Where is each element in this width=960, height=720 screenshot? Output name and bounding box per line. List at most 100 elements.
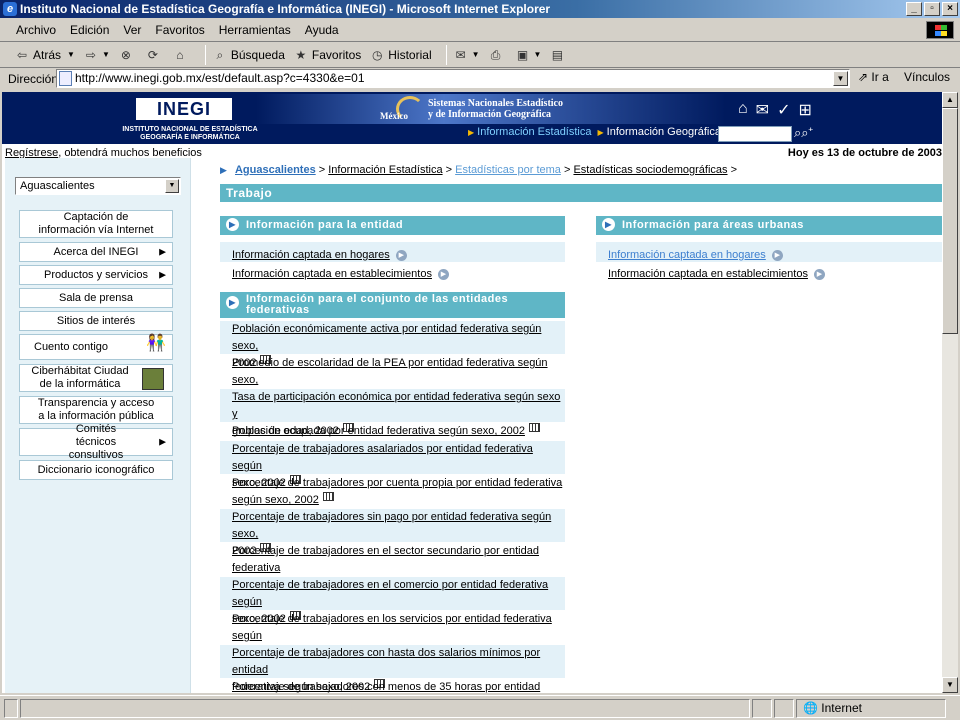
mail-icon[interactable]: ✉ <box>756 100 769 120</box>
sidebar-item-sala-prensa[interactable]: Sala de prensa <box>19 288 173 308</box>
sitemap-icon[interactable]: ⊞ <box>798 100 811 120</box>
go-arrow-icon[interactable]: ▶ <box>813 269 825 280</box>
close-button[interactable]: × <box>942 2 958 16</box>
discuss-icon: ▤ <box>551 47 564 62</box>
federal-indicator-link[interactable]: Promedio de escolaridad de la PEA por en… <box>232 357 548 386</box>
history-button[interactable]: ◷ Historial <box>369 47 432 63</box>
maximize-button[interactable]: ▫ <box>924 2 940 16</box>
tab-informacion-geografica[interactable]: Información Geográfica <box>607 126 721 138</box>
federal-indicator-link[interactable]: Porcentaje de trabajadores con menos de … <box>232 681 540 693</box>
menu-ver[interactable]: Ver <box>123 23 141 37</box>
urban-establecimientos-link[interactable]: Información captada en establecimientos <box>608 268 808 280</box>
list-item: Tasa de participación económica por enti… <box>220 389 565 437</box>
mail-button[interactable]: ✉ ▼ <box>453 47 480 63</box>
refresh-button[interactable]: ⟳ <box>145 47 164 63</box>
favorites-icon: ★ <box>295 47 307 62</box>
home-button[interactable]: ⌂ <box>172 47 191 63</box>
urban-hogares-link[interactable]: Información captada en hogares <box>608 249 766 261</box>
menu-bar: Archivo Edición Ver Favoritos Herramient… <box>0 18 960 42</box>
sidebar-item-transparencia[interactable]: Transparencia y acceso a la información … <box>19 396 173 424</box>
federal-indicator-link[interactable]: Porcentaje de trabajadores en los servic… <box>232 613 552 642</box>
table-icon[interactable] <box>528 423 540 432</box>
menu-archivo[interactable]: Archivo <box>16 23 56 37</box>
mail-icon: ✉ <box>455 47 466 62</box>
sidebar-item-sitios[interactable]: Sitios de interés <box>19 311 173 331</box>
list-item: Información captada en establecimientos ▶ <box>596 264 942 284</box>
inegi-logo[interactable]: INEGI <box>136 98 232 120</box>
toolbar-separator <box>204 44 206 65</box>
list-item: Porcentaje de trabajadores con hasta dos… <box>220 645 565 693</box>
systems-banner: Sistemas Nacionales Estadístico y de Info… <box>256 94 726 124</box>
menu-ayuda[interactable]: Ayuda <box>305 23 339 37</box>
discuss-button[interactable]: ▤ <box>549 47 568 63</box>
federal-indicator-link[interactable]: según sexo, 2002 <box>232 494 319 506</box>
federal-indicator-link[interactable]: Porcentaje de trabajadores asalariados p… <box>232 443 533 472</box>
favorites-button[interactable]: ★ Favoritos <box>293 47 362 63</box>
sidebar-item-ciberhabitat[interactable]: Ciberhábitat Ciudad de la informática <box>19 364 173 392</box>
menu-favoritos[interactable]: Favoritos <box>155 23 204 37</box>
scroll-thumb[interactable] <box>942 108 958 334</box>
scroll-up-icon[interactable]: ▲ <box>942 92 958 108</box>
links-button[interactable]: Vínculos <box>904 70 950 84</box>
breadcrumb: ▶ Aguascalientes > Información Estadísti… <box>220 164 738 176</box>
checkmark-icon[interactable]: ✓ <box>777 100 790 120</box>
federal-indicator-link[interactable]: Porcentaje de trabajadores sin pago por … <box>232 511 551 540</box>
breadcrumb-info-estadistica[interactable]: Información Estadística <box>328 164 442 176</box>
sidebar-item-productos[interactable]: Productos y servicios ▶ <box>19 265 173 285</box>
advanced-search-icon[interactable]: ⌕⁺ <box>801 125 813 140</box>
go-arrow-icon[interactable]: ▶ <box>437 269 449 280</box>
federal-indicator-link[interactable]: Población económicamente activa por enti… <box>232 323 541 352</box>
history-icon: ◷ <box>372 47 383 62</box>
table-icon[interactable] <box>322 492 334 501</box>
breadcrumb-aguascalientes[interactable]: Aguascalientes <box>235 164 316 176</box>
stop-button[interactable]: ⊗ <box>118 47 137 63</box>
vertical-scrollbar[interactable]: ▲ ▼ <box>942 92 958 693</box>
breadcrumb-sociodemograficas[interactable]: Estadísticas sociodemográficas <box>573 164 727 176</box>
back-button[interactable]: ⇦ Atrás ▼ <box>14 47 75 63</box>
site-search-input[interactable] <box>718 126 792 142</box>
globe-icon: 🌐 <box>803 700 818 715</box>
search-button[interactable]: ⌕ Búsqueda <box>212 47 284 63</box>
sidebar-item-cuento[interactable]: Cuento contigo 👫 <box>19 334 173 360</box>
home-icon: ⌂ <box>176 47 184 62</box>
scroll-down-icon[interactable]: ▼ <box>942 677 958 693</box>
minimize-button[interactable]: _ <box>906 2 922 16</box>
federal-indicator-link[interactable]: Porcentaje de trabajadores con hasta dos… <box>232 647 540 676</box>
edit-button[interactable]: ▣ ▼ <box>515 47 542 63</box>
forward-arrow-icon: ⇨ <box>85 47 96 62</box>
print-button[interactable]: ⎙ <box>488 47 507 63</box>
federal-indicator-link[interactable]: Porcentaje de trabajadores en el comerci… <box>232 579 548 608</box>
sidebar-item-comites[interactable]: Comités técnicos consultivos ▶ <box>19 423 173 461</box>
tab-informacion-estadistica[interactable]: Información Estadística <box>477 126 591 138</box>
go-arrow-icon[interactable]: ▶ <box>395 250 407 261</box>
federal-indicator-link[interactable]: Población ocupada por entidad federativa… <box>232 425 525 437</box>
go-button[interactable]: ⇗ Ir a <box>858 70 889 84</box>
sidebar-item-captacion[interactable]: Captación de información vía Internet <box>19 210 173 238</box>
triangle-icon: ▶ <box>597 127 604 137</box>
breadcrumb-estadisticas-tema[interactable]: Estadísticas por tema <box>455 164 561 176</box>
list-item: Población económicamente activa por enti… <box>220 321 565 369</box>
stop-icon: ⊗ <box>120 47 131 62</box>
entity-establecimientos-link[interactable]: Información captada en establecimientos <box>232 268 432 280</box>
menu-herramientas[interactable]: Herramientas <box>219 23 291 37</box>
status-cell <box>752 698 772 718</box>
sidebar-item-diccionario[interactable]: Diccionario iconográfico <box>19 460 173 480</box>
address-input[interactable]: http://www.inegi.gob.mx/est/default.asp?… <box>56 69 850 88</box>
address-dropdown-button[interactable]: ▼ <box>833 71 848 86</box>
list-item: Porcentaje de trabajadores en los servic… <box>220 611 565 659</box>
federal-indicator-link[interactable]: Porcentaje de trabajadores en el sector … <box>232 545 539 574</box>
entity-hogares-link[interactable]: Información captada en hogares <box>232 249 390 261</box>
federal-indicator-link[interactable]: Porcentaje de trabajadores por cuenta pr… <box>232 477 562 489</box>
menu-edicion[interactable]: Edición <box>70 23 109 37</box>
chevron-down-icon[interactable]: ▼ <box>165 179 179 193</box>
triangle-icon: ▶ <box>220 165 227 175</box>
federal-indicator-link[interactable]: Tasa de participación económica por enti… <box>232 391 560 420</box>
forward-button[interactable]: ⇨ ▼ <box>83 47 110 63</box>
triangle-icon: ▶ <box>468 127 475 137</box>
home-icon[interactable]: ⌂ <box>738 100 748 120</box>
go-arrow-icon: ⇗ <box>858 70 869 84</box>
state-select[interactable]: Aguascalientes ▼ <box>15 177 181 195</box>
sidebar-item-acerca[interactable]: Acerca del INEGI ▶ <box>19 242 173 262</box>
section-urban-header: ▶ Información para áreas urbanas <box>596 216 942 235</box>
go-arrow-icon[interactable]: ▶ <box>771 250 783 261</box>
